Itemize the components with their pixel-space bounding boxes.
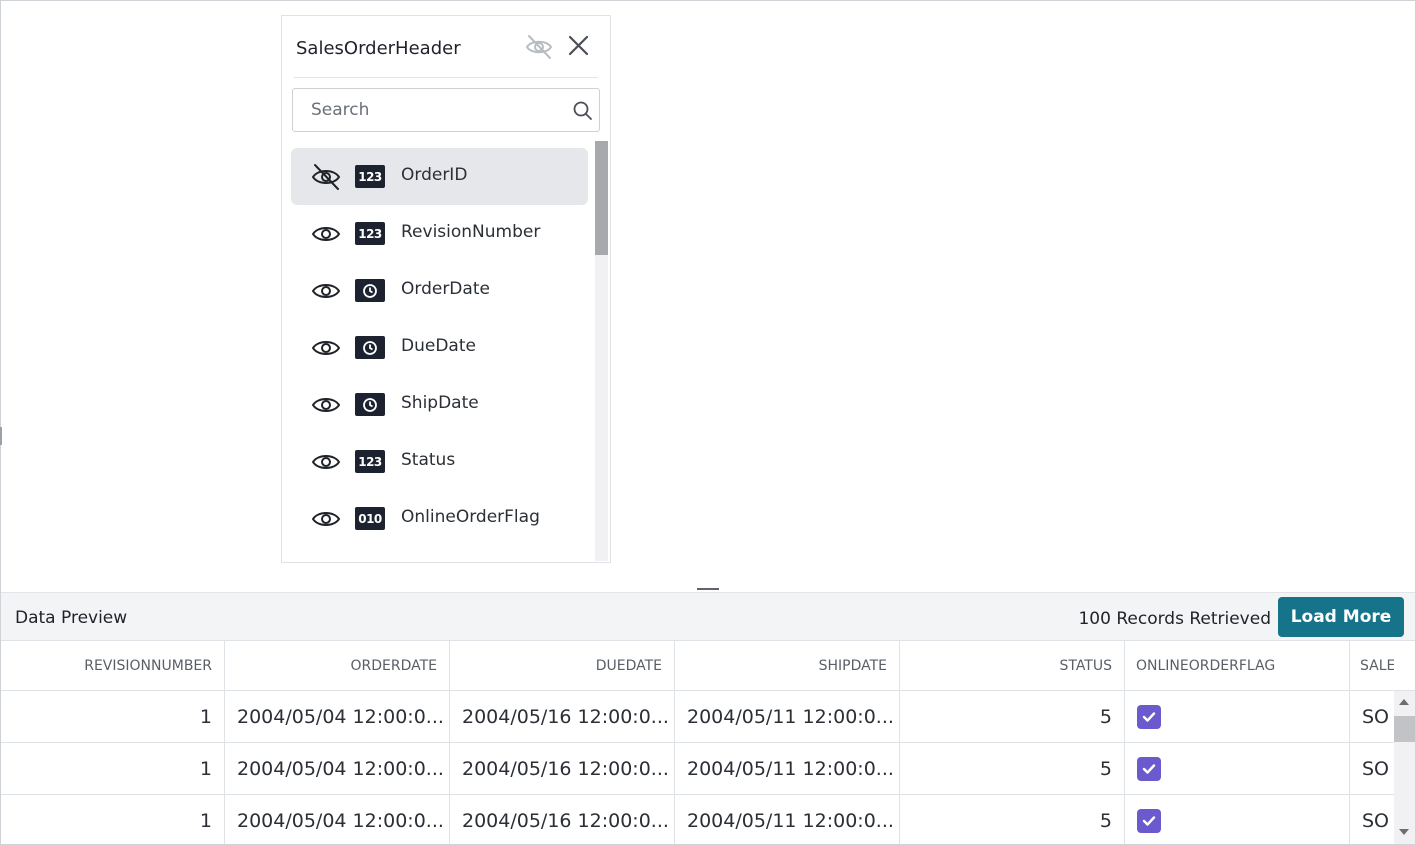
edge-resize-handle[interactable] [0, 427, 2, 445]
checkbox-checked[interactable] [1137, 757, 1161, 781]
cell-orderdate: 2004/05/04 12:00:0... [225, 795, 450, 844]
column-item-onlineorderflag[interactable]: 010 OnlineOrderFlag [291, 490, 588, 547]
cell-revisionnumber: 1 [1, 743, 225, 795]
cell-duedate: 2004/05/16 12:00:0... [450, 743, 675, 795]
column-name: OrderDate [401, 279, 490, 299]
eye-icon[interactable] [310, 447, 342, 477]
search-icon[interactable] [572, 100, 594, 122]
eye-icon[interactable] [310, 219, 342, 249]
cell-onlineorderflag [1125, 743, 1350, 795]
panel-title: SalesOrderHeader [296, 38, 461, 59]
eye-off-icon[interactable] [310, 162, 342, 192]
number-type-icon: 123 [355, 165, 385, 188]
table-row[interactable]: 1 2004/05/04 12:00:0... 2004/05/16 12:00… [1, 691, 1415, 743]
panel-header: SalesOrderHeader [294, 16, 598, 78]
grid-scrollbar[interactable] [1394, 691, 1415, 844]
table-row[interactable]: 1 2004/05/04 12:00:0... 2004/05/16 12:00… [1, 795, 1415, 844]
cell-status: 5 [900, 743, 1125, 795]
cell-status: 5 [900, 691, 1125, 743]
column-name: RevisionNumber [401, 222, 541, 242]
search-input[interactable] [294, 90, 554, 130]
close-icon[interactable] [566, 32, 592, 60]
column-header-onlineorderflag[interactable]: ONLINEORDERFLAG [1125, 641, 1350, 691]
column-header-sale[interactable]: SALE [1350, 641, 1394, 691]
search-box [292, 88, 600, 132]
scroll-down-arrow-icon[interactable] [1399, 829, 1409, 835]
boolean-type-icon: 010 [355, 507, 385, 530]
panel-scrollbar-thumb[interactable] [595, 141, 608, 255]
data-preview-header: Data Preview 100 Records Retrieved Load … [1, 592, 1415, 641]
load-more-button[interactable]: Load More [1278, 597, 1404, 637]
column-header-revisionnumber[interactable]: REVISIONNUMBER [1, 641, 225, 691]
column-name: OnlineOrderFlag [401, 507, 540, 527]
column-name: ShipDate [401, 393, 479, 413]
grid-header-row: REVISIONNUMBER ORDERDATE DUEDATE SHIPDAT… [1, 641, 1415, 691]
cell-orderdate: 2004/05/04 12:00:0... [225, 691, 450, 743]
grid-scrollbar-thumb[interactable] [1394, 716, 1415, 742]
column-name: DueDate [401, 336, 476, 356]
cell-shipdate: 2004/05/11 12:00:0... [675, 795, 900, 844]
column-item-orderid[interactable]: 123 OrderID [291, 148, 588, 205]
column-header-orderdate[interactable]: ORDERDATE [225, 641, 450, 691]
column-item-duedate[interactable]: DueDate [291, 319, 588, 376]
cell-duedate: 2004/05/16 12:00:0... [450, 691, 675, 743]
cell-sale: SO [1362, 706, 1390, 728]
column-item-orderdate[interactable]: OrderDate [291, 262, 588, 319]
cell-shipdate: 2004/05/11 12:00:0... [675, 743, 900, 795]
column-list: 123 OrderID 123 RevisionNumber OrderDate… [291, 148, 591, 562]
checkbox-checked[interactable] [1137, 705, 1161, 729]
number-type-icon: 123 [355, 450, 385, 473]
column-item-status[interactable]: 123 Status [291, 433, 588, 490]
column-item-shipdate[interactable]: ShipDate [291, 376, 588, 433]
eye-icon[interactable] [310, 504, 342, 534]
number-type-icon: 123 [355, 222, 385, 245]
records-count: 100 Records Retrieved [1078, 609, 1271, 629]
datetime-type-icon [355, 279, 385, 302]
eye-icon[interactable] [310, 276, 342, 306]
eye-off-icon[interactable] [524, 32, 554, 62]
column-header-shipdate[interactable]: SHIPDATE [675, 641, 900, 691]
eye-icon[interactable] [310, 333, 342, 363]
cell-sale: SO [1362, 810, 1390, 832]
cell-onlineorderflag [1125, 691, 1350, 743]
column-header-duedate[interactable]: DUEDATE [450, 641, 675, 691]
cell-orderdate: 2004/05/04 12:00:0... [225, 743, 450, 795]
cell-onlineorderflag [1125, 795, 1350, 844]
cell-sale: SO [1362, 758, 1390, 780]
cell-shipdate: 2004/05/11 12:00:0... [675, 691, 900, 743]
column-name: OrderID [401, 165, 468, 185]
preview-title: Data Preview [15, 608, 128, 628]
cell-revisionnumber: 1 [1, 691, 225, 743]
datetime-type-icon [355, 393, 385, 416]
eye-icon[interactable] [310, 390, 342, 420]
datetime-type-icon [355, 336, 385, 359]
scroll-up-arrow-icon[interactable] [1399, 699, 1409, 705]
checkbox-checked[interactable] [1137, 809, 1161, 833]
cell-duedate: 2004/05/16 12:00:0... [450, 795, 675, 844]
table-row[interactable]: 1 2004/05/04 12:00:0... 2004/05/16 12:00… [1, 743, 1415, 795]
column-item-revisionnumber[interactable]: 123 RevisionNumber [291, 205, 588, 262]
cell-status: 5 [900, 795, 1125, 844]
column-name: Status [401, 450, 456, 470]
cell-revisionnumber: 1 [1, 795, 225, 844]
column-header-status[interactable]: STATUS [900, 641, 1125, 691]
column-chooser-panel: SalesOrderHeader Search 123 OrderID 123 … [281, 15, 611, 563]
data-grid: REVISIONNUMBER ORDERDATE DUEDATE SHIPDAT… [1, 641, 1415, 844]
